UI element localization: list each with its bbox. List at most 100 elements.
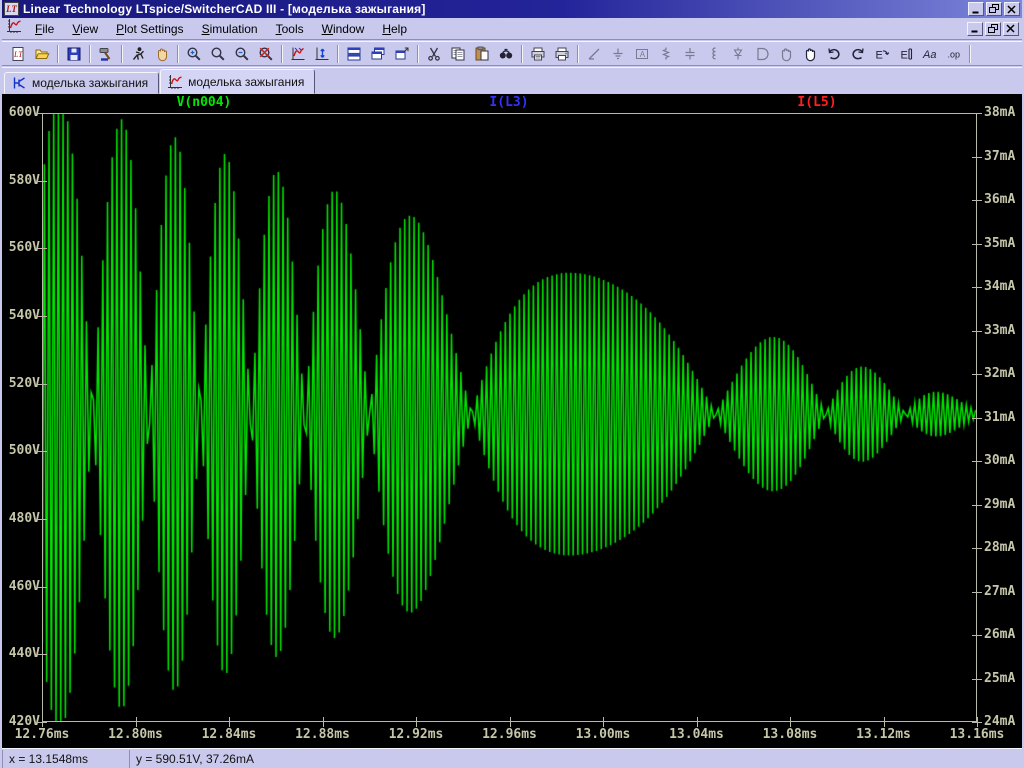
right-axis-tick (972, 461, 982, 462)
run-button[interactable] (126, 43, 150, 65)
zoom-out-button[interactable] (230, 43, 254, 65)
plot-settings-icon (290, 46, 306, 62)
left-axis-tick (37, 181, 47, 182)
zoom-area-button[interactable] (182, 43, 206, 65)
toolbar-separator (57, 45, 59, 63)
zoom-area-icon (186, 46, 202, 62)
menu-file[interactable]: File (26, 20, 63, 38)
halt-icon (154, 46, 170, 62)
right-axis-label: 29mA (984, 498, 1015, 512)
zoom-back-button[interactable] (206, 43, 230, 65)
zoom-out-icon (234, 46, 250, 62)
svg-text:.op: .op (948, 49, 961, 59)
left-axis-tick (37, 587, 47, 588)
new-schematic-button[interactable]: LT (6, 43, 30, 65)
toolbar-separator (577, 45, 579, 63)
drag-icon (802, 46, 818, 62)
drag-button[interactable] (798, 43, 822, 65)
left-axis-label: 440V (3, 647, 40, 661)
right-axis-label: 35mA (984, 237, 1015, 251)
right-axis-tick (972, 331, 982, 332)
print-preview-button[interactable] (526, 43, 550, 65)
zoom-extents-button[interactable] (254, 43, 278, 65)
open-button[interactable] (30, 43, 54, 65)
window-controls (968, 2, 1020, 16)
restore-button[interactable] (986, 2, 1002, 16)
window-title: Linear Technology LTspice/SwitcherCAD II… (23, 2, 426, 16)
diode-icon (730, 46, 746, 62)
tile-windows-button[interactable] (342, 43, 366, 65)
menu-tools[interactable]: Tools (267, 20, 313, 38)
paste-icon (474, 46, 490, 62)
right-axis-label: 32mA (984, 367, 1015, 381)
child-close-button[interactable] (1003, 22, 1019, 36)
menu-view[interactable]: View (63, 20, 107, 38)
cut-button[interactable] (422, 43, 446, 65)
text-button[interactable]: Aa (918, 43, 942, 65)
rotate-icon: E (874, 46, 890, 62)
child-restore-button[interactable] (985, 22, 1001, 36)
control-panel-button[interactable] (94, 43, 118, 65)
toolbar-separator (281, 45, 283, 63)
close-button[interactable] (1004, 2, 1020, 16)
arrange-windows-button[interactable] (390, 43, 414, 65)
paste-button[interactable] (470, 43, 494, 65)
cascade-windows-button[interactable] (366, 43, 390, 65)
right-axis-tick (972, 505, 982, 506)
plot-border (42, 113, 977, 722)
save-button[interactable] (62, 43, 86, 65)
right-axis-label: 36mA (984, 193, 1015, 207)
print-button[interactable] (550, 43, 574, 65)
svg-text:E: E (901, 49, 908, 61)
x-axis-label: 12.92ms (378, 727, 454, 742)
minimize-button[interactable] (968, 2, 984, 16)
toolbar: LTAEEAa.op (2, 41, 1022, 66)
right-axis-label: 28mA (984, 541, 1015, 555)
menu-window[interactable]: Window (313, 20, 374, 38)
text-icon: Aa (922, 46, 938, 62)
capacitor-icon (682, 46, 698, 62)
left-axis-tick (37, 654, 47, 655)
cut-icon (426, 46, 442, 62)
x-axis-label: 13.12ms (846, 727, 922, 742)
right-axis-tick (972, 113, 982, 114)
left-axis-tick (37, 248, 47, 249)
inductor-icon (706, 46, 722, 62)
halt-button[interactable] (150, 43, 174, 65)
waveform-document-icon[interactable] (6, 18, 22, 39)
toolbar-separator (521, 45, 523, 63)
left-axis-tick (37, 113, 47, 114)
x-axis-label: 13.16ms (939, 727, 1015, 742)
right-axis-label: 30mA (984, 454, 1015, 468)
redo-button[interactable] (846, 43, 870, 65)
x-axis-tick (42, 717, 43, 727)
zoom-extents-icon (258, 46, 274, 62)
app-icon[interactable]: LT (4, 2, 19, 16)
open-icon (34, 46, 50, 62)
rotate-button[interactable]: E (870, 43, 894, 65)
undo-icon (826, 46, 842, 62)
copy-button[interactable] (446, 43, 470, 65)
child-minimize-button[interactable] (967, 22, 983, 36)
right-axis-tick (972, 418, 982, 419)
undo-button[interactable] (822, 43, 846, 65)
x-axis-tick (977, 717, 978, 727)
toolbar-separator (417, 45, 419, 63)
plot-settings-button[interactable] (286, 43, 310, 65)
spice-directive-button[interactable]: .op (942, 43, 966, 65)
mirror-button[interactable]: E (894, 43, 918, 65)
left-axis-label: 580V (3, 174, 40, 188)
menu-plot-settings[interactable]: Plot Settings (107, 20, 192, 38)
trace-label-il3: I(L3) (489, 95, 528, 110)
wire-icon (586, 46, 602, 62)
right-axis-label: 38mA (984, 106, 1015, 120)
menu-simulation[interactable]: Simulation (193, 20, 267, 38)
tab-2-active[interactable]: моделька зажыгания (160, 69, 315, 94)
menu-help[interactable]: Help (373, 20, 416, 38)
x-axis-label: 12.96ms (472, 727, 548, 742)
cursor-x-readout: x = 13.1548ms (2, 750, 130, 768)
tab-1[interactable]: моделька зажыгания (4, 72, 159, 94)
autorange-button[interactable] (310, 43, 334, 65)
find-button[interactable] (494, 43, 518, 65)
svg-text:E: E (876, 49, 883, 61)
